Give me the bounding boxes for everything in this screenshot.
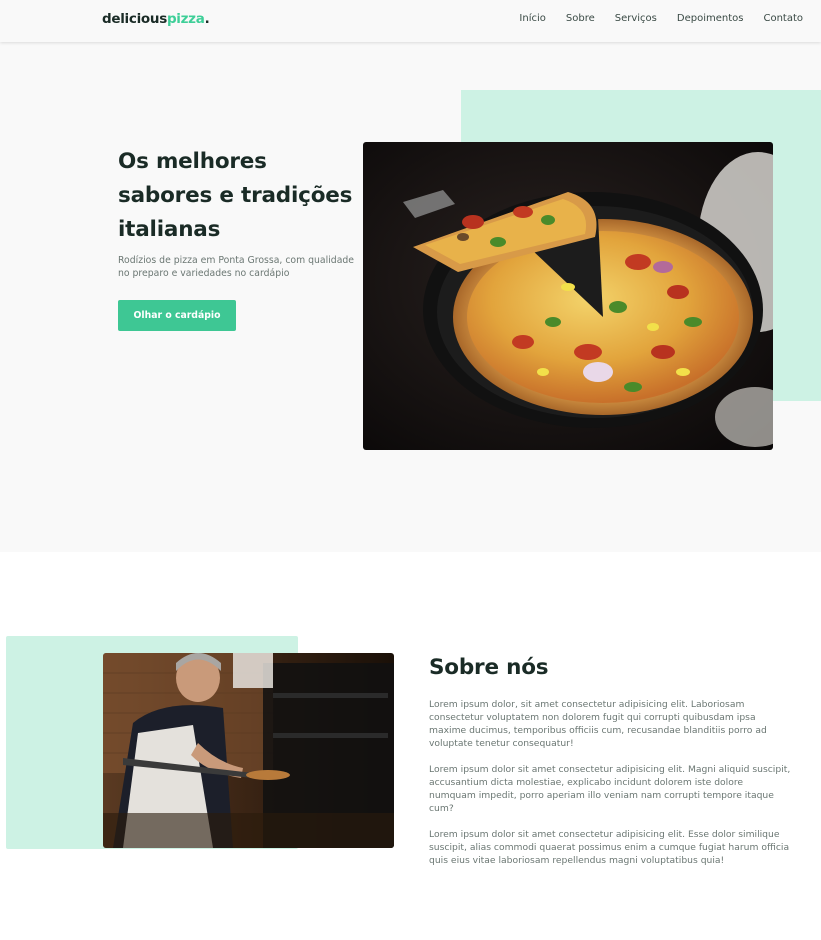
site-header: deliciouspizza. Início Sobre Serviços De… — [0, 0, 821, 42]
nav-link-depoimentos[interactable]: Depoimentos — [677, 13, 744, 24]
main-nav: Início Sobre Serviços Depoimentos Contat… — [499, 13, 803, 24]
nav-link-contato[interactable]: Contato — [763, 13, 803, 24]
menu-button[interactable]: Olhar o cardápio — [118, 300, 236, 331]
logo-accent-text: pizza — [166, 11, 205, 27]
logo-dot: . — [204, 11, 210, 27]
nav-link-servicos[interactable]: Serviços — [615, 13, 657, 24]
about-title: Sobre nós — [429, 655, 549, 680]
nav-link-sobre[interactable]: Sobre — [566, 13, 595, 24]
about-paragraph: Lorem ipsum dolor sit amet consectetur a… — [429, 829, 790, 866]
nav-link-inicio[interactable]: Início — [519, 13, 545, 24]
chef-image — [103, 653, 394, 848]
logo[interactable]: deliciouspizza. — [102, 11, 210, 27]
about-paragraph: Lorem ipsum dolor sit amet consectetur a… — [429, 764, 791, 814]
hero-section: Os melhores sabores e tradições italiana… — [0, 42, 821, 552]
logo-main-text: delicious — [102, 11, 167, 27]
hero-title: Os melhores sabores e tradições italiana… — [118, 149, 353, 242]
pizza-image — [363, 142, 773, 450]
hero-subtitle: Rodízios de pizza em Ponta Grossa, com q… — [118, 255, 355, 279]
about-paragraph: Lorem ipsum dolor, sit amet consectetur … — [429, 699, 767, 749]
